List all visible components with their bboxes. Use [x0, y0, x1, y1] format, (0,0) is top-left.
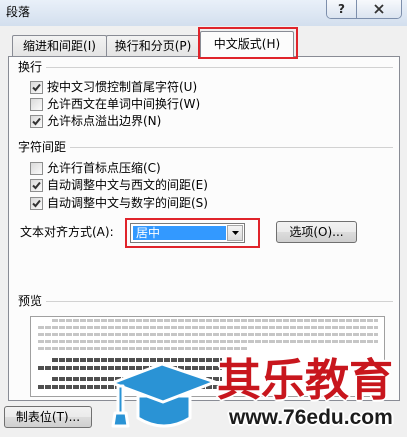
help-icon: ?	[338, 2, 345, 16]
tab-stops-button[interactable]: 制表位(T)...	[4, 406, 92, 428]
section-heading: 换行	[18, 60, 43, 74]
text-alignment-dropdown[interactable]: 居中	[130, 223, 245, 243]
graduation-cap-icon	[110, 362, 217, 428]
watermark-brand: 其乐教育	[217, 355, 393, 406]
checkbox-label: 自动调整中文与数字的间距(S)	[47, 196, 208, 210]
checkbox-label: 允许标点溢出边界(N)	[47, 114, 162, 128]
checkmark-icon	[32, 181, 41, 189]
checkbox-row-space-asian-latin[interactable]: 自动调整中文与西文的间距(E)	[30, 178, 208, 192]
checkbox-row-allow-latin-wrap[interactable]: 允许西文在单词中间换行(W)	[30, 97, 200, 111]
section-character-spacing: 字符间距	[18, 140, 393, 154]
checkbox-row-control-first-last-chars[interactable]: 按中文习惯控制首尾字符(U)	[30, 80, 197, 94]
text-alignment-label: 文本对齐方式(A):	[20, 225, 114, 239]
compress-punctuation-checkbox[interactable]	[30, 161, 43, 175]
title-bar[interactable]: 段落 ?	[0, 0, 407, 26]
checkbox-label: 允许行首标点压缩(C)	[47, 161, 161, 175]
preview-previous-paragraph-line	[38, 333, 378, 336]
space-asian-latin-checkbox[interactable]	[30, 178, 43, 192]
checkbox-row-compress-punctuation[interactable]: 允许行首标点压缩(C)	[30, 161, 161, 175]
hanging-punctuation-checkbox[interactable]	[30, 114, 43, 128]
allow-latin-wrap-checkbox[interactable]	[30, 97, 43, 111]
dialog-title: 段落	[6, 5, 31, 19]
options-button[interactable]: 选项(O)...	[276, 221, 357, 243]
tab-page-asian-typography: 换行 按中文习惯控制首尾字符(U) 允许西文在单词中间换行(W) 允许标点溢出边…	[8, 56, 400, 401]
checkmark-icon	[32, 199, 41, 207]
dropdown-arrow-button[interactable]	[227, 225, 243, 241]
checkmark-icon	[32, 83, 41, 91]
section-preview: 预览	[18, 294, 393, 308]
text-alignment-value: 居中	[133, 226, 226, 240]
section-heading: 预览	[18, 294, 43, 308]
close-button[interactable]	[357, 0, 401, 18]
preview-previous-paragraph-line	[38, 347, 248, 350]
paragraph-dialog: 段落 ? 缩进和间距(I) 换行和分页(P) 中文版式(H) 换行 按中文习惯控…	[0, 0, 407, 437]
checkbox-row-space-asian-numbers[interactable]: 自动调整中文与数字的间距(S)	[30, 196, 208, 210]
help-button[interactable]: ?	[327, 0, 357, 18]
caption-buttons: ?	[326, 0, 402, 19]
section-heading: 字符间距	[18, 140, 67, 154]
chevron-down-icon	[231, 231, 239, 235]
tab-indent-spacing[interactable]: 缩进和间距(I)	[12, 35, 107, 56]
section-line-breaking: 换行	[18, 60, 393, 74]
section-divider	[46, 66, 393, 68]
section-divider	[46, 300, 393, 302]
space-asian-numbers-checkbox[interactable]	[30, 196, 43, 210]
checkbox-row-hanging-punctuation[interactable]: 允许标点溢出边界(N)	[30, 114, 161, 128]
checkmark-icon	[32, 117, 41, 125]
section-divider	[70, 146, 393, 148]
tab-asian-typography[interactable]: 中文版式(H)	[200, 31, 294, 57]
control-first-last-chars-checkbox[interactable]	[30, 80, 43, 94]
checkbox-label: 按中文习惯控制首尾字符(U)	[47, 80, 198, 94]
tab-line-page-breaks[interactable]: 换行和分页(P)	[106, 35, 200, 56]
checkbox-label: 自动调整中文与西文的间距(E)	[47, 178, 208, 192]
preview-previous-paragraph-line	[38, 340, 378, 343]
checkbox-label: 允许西文在单词中间换行(W)	[47, 97, 201, 111]
close-icon	[374, 4, 384, 14]
preview-previous-paragraph-line	[52, 319, 378, 322]
watermark-url: www.76edu.com	[229, 406, 393, 429]
preview-previous-paragraph-line	[38, 326, 378, 329]
